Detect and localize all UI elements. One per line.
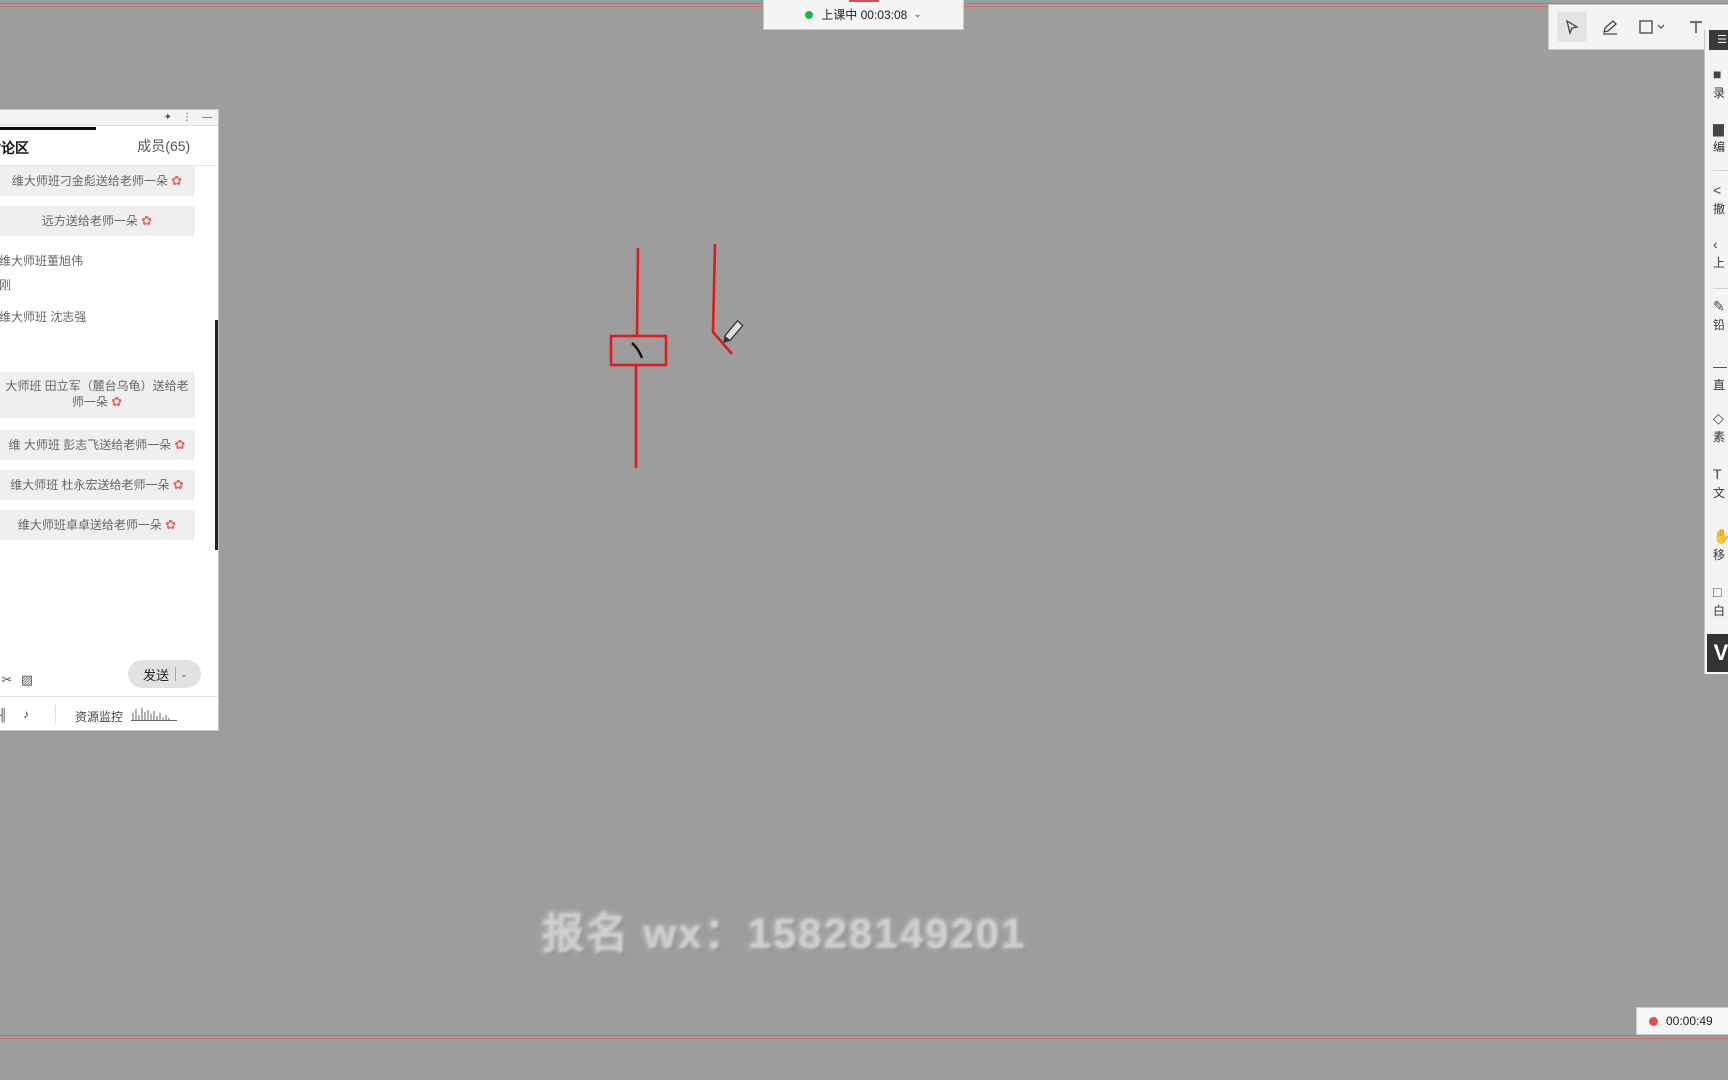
tab-members[interactable]: 成员(65) (110, 127, 219, 165)
list-item: 大师班 田立军（麓台乌龟）送给老师一朵 ✿ (0, 372, 195, 418)
chat-panel: ✦ ⋮ — 讨论区 成员(65) 维大师班刁金彪送给老师一朵 ✿ 远方送给老师一… (0, 109, 219, 731)
flower-icon: ✿ (174, 437, 186, 452)
mic-icon[interactable]: ╢ (0, 708, 8, 722)
chevron-down-icon[interactable]: ⌄ (180, 669, 188, 680)
bar-chart-icon (131, 705, 177, 724)
hand-move-icon: ✋ (1713, 528, 1728, 544)
image-icon[interactable]: ▨ (19, 672, 35, 688)
line-icon: — (1713, 358, 1727, 374)
message-text: 远方送给老师一朵 (41, 214, 138, 228)
undo-icon: < (1713, 182, 1722, 198)
list-item: 维大师班 杜永宏送给老师一朵 ✿ (0, 470, 195, 500)
send-label: 发送 (143, 667, 170, 683)
mute-icon[interactable]: ♪ (23, 707, 29, 721)
flower-icon: ✿ (141, 213, 153, 228)
select-arrow-icon[interactable] (1557, 12, 1587, 42)
status-accent (849, 0, 879, 2)
edit-icon: ▆ (1713, 120, 1724, 136)
side-item-record[interactable]: ■ 录 (1713, 66, 1728, 100)
previous-icon: ‹ (1713, 236, 1718, 252)
side-item-pencil[interactable]: ✎ 铅 (1713, 298, 1728, 332)
panel-menu-icon[interactable]: ☰ (1709, 30, 1728, 50)
message-text: 大师班 田立军（麓台乌龟）送给老师一朵 (5, 379, 189, 409)
flower-icon: ✿ (165, 517, 177, 532)
chevron-down-icon[interactable]: ⌄ (913, 9, 921, 20)
text-icon: T (1713, 466, 1722, 482)
record-icon: ■ (1713, 66, 1722, 82)
class-status-bar[interactable]: 上课中 00:03:08 ⌄ (763, 0, 964, 30)
tab-discussion[interactable]: 讨论区 (0, 127, 96, 165)
rectangle-shape-icon[interactable] (1633, 12, 1673, 42)
whiteboard-icon: □ (1713, 584, 1722, 600)
list-item: 远方送给老师一朵 ✿ (0, 206, 195, 236)
message-text: 维大师班 杜永宏送给老师一朵 (10, 478, 170, 492)
side-item-previous[interactable]: ‹ 上 (1713, 236, 1728, 270)
list-item: 维 大师班 彭志飞送给老师一朵 ✿ (0, 430, 195, 460)
flower-icon: ✿ (171, 173, 183, 188)
class-status-text: 上课中 00:03:08 (821, 8, 908, 22)
pin-icon[interactable]: ✦ (164, 112, 172, 123)
right-side-panel: ☰ ■ 录 ▆ 编 < 撤 ‹ 上 ✎ 铅 — 直 ◇ 素 T 文 ✋ 移 □ … (1704, 30, 1728, 674)
message-text: 维大师班刁金彪送给老师一朵 (11, 174, 168, 188)
side-item-edit[interactable]: ▆ 编 (1713, 120, 1728, 154)
whiteboard-drawing (609, 243, 744, 468)
message-text: 刚 (0, 278, 12, 292)
flower-icon: ✿ (172, 477, 184, 492)
list-item: 维大师班刁金彪送给老师一朵 ✿ (0, 166, 195, 196)
pencil-icon: ✎ (1713, 298, 1725, 314)
divider (1713, 170, 1728, 171)
eraser-icon: ◇ (1713, 410, 1724, 426)
drawing-toolbar (1548, 4, 1728, 50)
bottom-frame-line (0, 1035, 1728, 1039)
flower-icon: ✿ (111, 394, 123, 409)
side-item-line[interactable]: — 直 (1713, 358, 1728, 392)
message-sender: 维大师班 沈志强 (0, 310, 87, 324)
message-sender: 维大师班董旭伟 (0, 254, 84, 268)
message-text: 维 大师班 彭志飞送给老师一朵 (8, 438, 172, 452)
list-item: 维大师班卓卓送给老师一朵 ✿ (0, 510, 195, 540)
send-button[interactable]: 发送 ⌄ (128, 660, 201, 688)
red-line-stroke (635, 247, 640, 337)
chat-tabs: 讨论区 成员(65) (0, 127, 218, 166)
pencil-cursor-icon (723, 319, 744, 344)
chat-scrollbar[interactable] (215, 320, 218, 550)
app-logo: V (1707, 634, 1728, 672)
more-icon[interactable]: ⋮ (182, 112, 192, 123)
divider (55, 705, 56, 723)
divider (175, 667, 177, 681)
watermark-text: 报名 wx：15828149201 (542, 910, 1027, 957)
side-item-whiteboard[interactable]: □ 白 (1713, 584, 1728, 618)
resource-monitor-label[interactable]: 资源监控 (75, 708, 123, 725)
chat-titlebar: ✦ ⋮ — (0, 110, 218, 126)
recording-dot (1649, 1016, 1658, 1026)
black-ink-stroke (631, 342, 644, 359)
side-item-undo[interactable]: < 撤 (1713, 182, 1728, 216)
side-item-eraser[interactable]: ◇ 素 (1713, 410, 1728, 444)
side-item-text[interactable]: T 文 (1713, 466, 1728, 500)
side-item-move[interactable]: ✋ 移 (1713, 528, 1728, 562)
scissors-icon[interactable]: ✂ (0, 672, 15, 688)
chat-footer: ╢ ♪ 资源监控 (0, 696, 218, 730)
minimize-icon[interactable]: — (202, 112, 212, 123)
recording-timer[interactable]: 00:00:49 (1636, 1007, 1728, 1035)
message-text: 维大师班卓卓送给老师一朵 (17, 518, 162, 532)
pen-icon[interactable] (1595, 12, 1625, 42)
live-status-dot (805, 10, 814, 19)
recording-time: 00:00:49 (1666, 1014, 1713, 1028)
divider (1713, 288, 1728, 289)
chat-messages: 维大师班刁金彪送给老师一朵 ✿ 远方送给老师一朵 ✿ 维大师班董旭伟 刚 维大师… (0, 166, 212, 661)
